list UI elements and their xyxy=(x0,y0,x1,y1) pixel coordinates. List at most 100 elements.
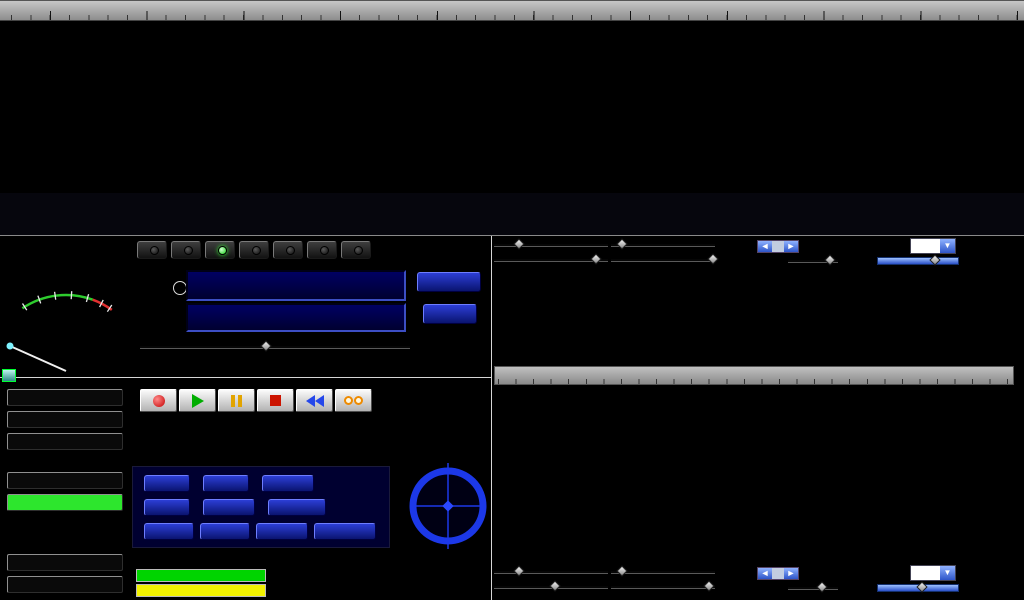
zoom-waterfall[interactable] xyxy=(500,268,1012,365)
waterfall-lower-limit-slider-2[interactable] xyxy=(611,566,715,578)
slider-handle[interactable] xyxy=(590,253,601,264)
cpu-hdsdr-meter xyxy=(136,569,266,582)
freqmgr-button[interactable] xyxy=(417,272,481,292)
avg-combo-value[interactable] xyxy=(911,239,940,253)
volume-slider[interactable] xyxy=(140,341,410,353)
slider-handle[interactable] xyxy=(707,253,718,264)
frequency-ruler[interactable] xyxy=(0,0,1024,21)
spectrum-offset-slider-2[interactable] xyxy=(788,582,838,594)
mode-button-am[interactable] xyxy=(137,241,167,259)
avg-combo[interactable]: ▼ xyxy=(910,238,956,254)
slider-handle[interactable] xyxy=(513,238,524,249)
combo-dropdown-icon[interactable]: ▼ xyxy=(940,566,955,580)
s-meter-green-arc xyxy=(22,295,92,308)
extio-button[interactable] xyxy=(423,304,477,324)
volume-slider-handle[interactable] xyxy=(260,340,271,351)
scroll-right-icon[interactable]: ► xyxy=(784,241,798,252)
hdsdr-window: ◄► ▼ ◄► ▼ xyxy=(0,0,1024,600)
loop-button[interactable] xyxy=(335,389,372,412)
cw-afc-button[interactable] xyxy=(200,523,250,540)
avg-combo-value[interactable] xyxy=(911,566,940,580)
vfo-a-badge[interactable] xyxy=(173,281,187,295)
slider-handle[interactable] xyxy=(703,580,714,591)
main-spectrum-strip[interactable] xyxy=(0,193,1024,235)
spectrum-upper-limit-slider-2[interactable] xyxy=(494,581,608,593)
nr-button[interactable] xyxy=(144,475,190,492)
main-waterfall[interactable] xyxy=(0,0,1024,172)
avg-combo-2[interactable]: ▼ xyxy=(910,565,956,581)
agc-button[interactable] xyxy=(203,499,255,516)
zoom-spectrum[interactable] xyxy=(500,388,1010,562)
scale-ticks xyxy=(495,379,1013,384)
rewind-button[interactable] xyxy=(296,389,333,412)
zoom-slider[interactable] xyxy=(877,255,959,267)
mode-led-icon xyxy=(184,246,193,255)
meter-collapse-button[interactable] xyxy=(2,369,16,382)
cw-peak-button[interactable] xyxy=(256,523,308,540)
notch-button[interactable] xyxy=(262,475,314,492)
main-spectrum-canvas[interactable] xyxy=(0,193,1024,235)
mute-button[interactable] xyxy=(144,499,190,516)
fullscreen-button[interactable] xyxy=(7,494,123,511)
options-button[interactable] xyxy=(7,433,123,450)
nb-button[interactable] xyxy=(203,475,249,492)
exit-button[interactable] xyxy=(7,576,123,593)
s-meter-needle xyxy=(10,346,66,371)
scroll-right-icon[interactable]: ► xyxy=(784,568,798,579)
record-button[interactable] xyxy=(140,389,177,412)
mode-button-lsb[interactable] xyxy=(239,241,269,259)
spectrum-lower-limit-slider-2[interactable] xyxy=(611,581,715,593)
stop-button[interactable] xyxy=(257,389,294,412)
waterfall-scroll[interactable]: ◄► xyxy=(757,240,799,253)
combo-dropdown-icon[interactable]: ▼ xyxy=(940,239,955,253)
cpu-total-bar xyxy=(137,585,265,596)
minimize-button[interactable] xyxy=(7,554,123,571)
cw-fullbw-button[interactable] xyxy=(314,523,376,540)
mode-button-drm[interactable] xyxy=(341,241,371,259)
play-icon xyxy=(192,394,204,408)
waterfall-scroll-2[interactable]: ◄► xyxy=(757,567,799,580)
lo-frequency-display[interactable] xyxy=(186,270,406,301)
info-update-button[interactable] xyxy=(7,472,123,489)
waterfall-lower-limit-slider[interactable] xyxy=(611,239,715,251)
waterfall-upper-limit-slider[interactable] xyxy=(494,239,608,251)
spectrum-lower-limit-slider[interactable] xyxy=(611,254,715,266)
volume-slider-track[interactable] xyxy=(140,346,410,348)
spectrum-offset-slider[interactable] xyxy=(788,255,838,267)
rewind-icon xyxy=(306,395,324,407)
pause-button[interactable] xyxy=(218,389,255,412)
pause-icon xyxy=(231,395,242,407)
despread-button[interactable] xyxy=(268,499,326,516)
mode-button-ecss[interactable] xyxy=(171,241,201,259)
mode-button-usb[interactable] xyxy=(273,241,303,259)
mode-button-row xyxy=(137,241,371,259)
slider-handle[interactable] xyxy=(549,580,560,591)
zoom-frequency-scale[interactable] xyxy=(494,366,1014,385)
scroll-left-icon[interactable]: ◄ xyxy=(758,568,772,579)
mode-button-fm[interactable] xyxy=(205,241,235,259)
mode-led-icon xyxy=(252,246,261,255)
play-button[interactable] xyxy=(179,389,216,412)
scroll-left-icon[interactable]: ◄ xyxy=(758,241,772,252)
cw-zap-button[interactable] xyxy=(144,523,194,540)
phase-indicator xyxy=(403,457,493,552)
ruler-major-ticks xyxy=(0,11,1024,20)
mode-led-icon xyxy=(320,246,329,255)
spectrum-upper-limit-slider[interactable] xyxy=(494,254,608,266)
samplerate-button[interactable] xyxy=(7,411,123,428)
mode-button-cw[interactable] xyxy=(307,241,337,259)
cpu-hdsdr-bar xyxy=(137,570,265,581)
zoom-slider-2[interactable] xyxy=(877,582,959,594)
tune-frequency-display[interactable] xyxy=(186,303,406,332)
panel-separator xyxy=(0,235,1024,236)
mode-led-icon xyxy=(286,246,295,255)
slider-handle[interactable] xyxy=(824,254,835,265)
waterfall-upper-limit-slider-2[interactable] xyxy=(494,566,608,578)
slider-handle[interactable] xyxy=(513,565,524,576)
mode-led-icon xyxy=(218,246,227,255)
slider-handle[interactable] xyxy=(617,238,628,249)
slider-handle[interactable] xyxy=(816,581,827,592)
slider-handle[interactable] xyxy=(617,565,628,576)
s-meter xyxy=(2,243,128,373)
soundcard-button[interactable] xyxy=(7,389,123,406)
